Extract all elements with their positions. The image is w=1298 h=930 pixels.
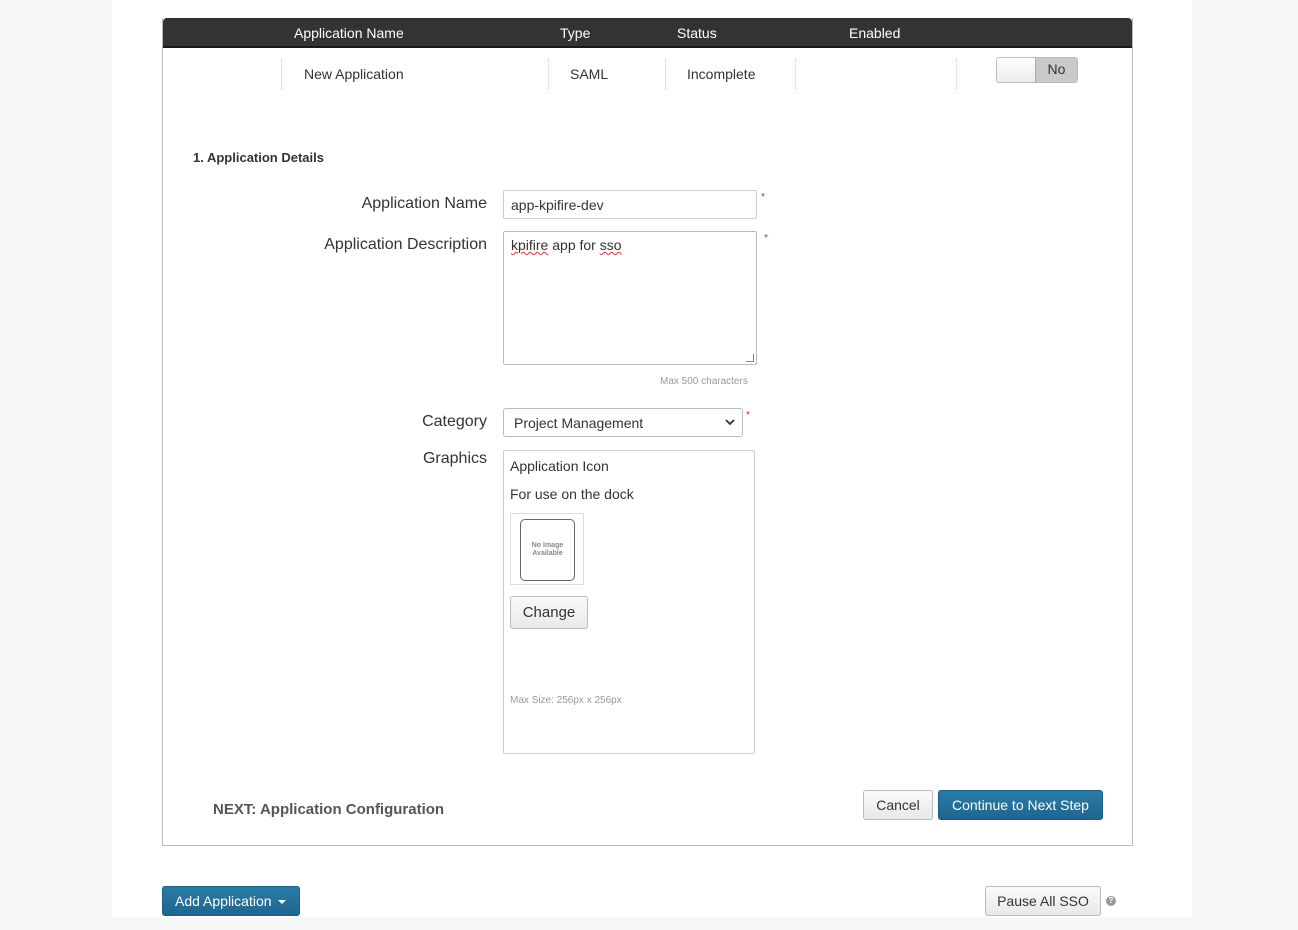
category-label: Category [422, 413, 487, 430]
graphics-box: Application Icon For use on the dock No … [503, 450, 755, 754]
enabled-toggle[interactable]: No [996, 57, 1078, 83]
header-application-name: Application Name [294, 25, 404, 41]
add-application-label: Add Application [175, 893, 272, 909]
chevron-down-icon [725, 419, 735, 426]
table-row[interactable]: New Application SAML Incomplete No [163, 46, 1132, 98]
no-image-placeholder-icon: No Image Available [520, 519, 575, 581]
description-word-misspelled: sso [599, 237, 622, 253]
row-application-name: New Application [304, 66, 404, 82]
required-marker: * [746, 410, 750, 421]
column-divider [795, 59, 796, 89]
graphics-label: Graphics [422, 450, 487, 467]
category-select[interactable]: Project Management [503, 408, 743, 437]
next-step-label: NEXT: Application Configuration [213, 801, 445, 818]
applications-table: Application Name Type Status Enabled New… [162, 18, 1133, 99]
row-type: SAML [570, 66, 609, 82]
change-icon-button[interactable]: Change [510, 596, 588, 629]
required-marker: * [761, 192, 765, 203]
header-type: Type [560, 25, 591, 41]
help-icon[interactable]: ? [1106, 896, 1116, 906]
section-title: 1. Application Details [193, 150, 324, 165]
icon-preview: No Image Available [510, 513, 584, 585]
icon-max-size-hint: Max Size: 256px x 256px [510, 695, 622, 706]
column-divider [281, 59, 282, 89]
header-status: Status [677, 25, 717, 41]
row-status: Incomplete [687, 66, 756, 82]
application-name-input[interactable]: app-kpifire-dev [503, 190, 757, 219]
application-icon-subtitle: For use on the dock [510, 486, 634, 502]
application-details-panel: 1. Application Details Application Name … [162, 98, 1133, 846]
cancel-button[interactable]: Cancel [863, 790, 933, 820]
resize-grip-icon[interactable] [746, 354, 754, 362]
toggle-state-label: No [1035, 58, 1077, 82]
placeholder-line: Available [532, 550, 563, 557]
application-icon-title: Application Icon [510, 458, 609, 474]
placeholder-line: No Image [531, 542, 564, 549]
header-enabled: Enabled [849, 25, 901, 41]
application-name-label: Application Name [361, 195, 487, 212]
description-char-limit-hint: Max 500 characters [660, 376, 748, 387]
add-application-button[interactable]: Add Application [162, 886, 300, 916]
column-divider [956, 59, 957, 89]
continue-next-step-button[interactable]: Continue to Next Step [938, 790, 1103, 820]
category-selected-value: Project Management [514, 415, 644, 431]
column-divider [665, 59, 666, 89]
description-word-misspelled: kpifire [511, 237, 549, 253]
required-marker: * [764, 233, 768, 244]
pause-all-sso-button[interactable]: Pause All SSO [985, 886, 1101, 916]
description-text: app for [548, 237, 600, 253]
table-header: Application Name Type Status Enabled [163, 18, 1132, 46]
column-divider [548, 59, 549, 89]
toggle-knob [997, 58, 1037, 82]
caret-down-icon [277, 900, 286, 905]
application-description-label: Application Description [324, 236, 487, 253]
application-description-textarea[interactable]: kpifire app for sso [503, 231, 757, 365]
